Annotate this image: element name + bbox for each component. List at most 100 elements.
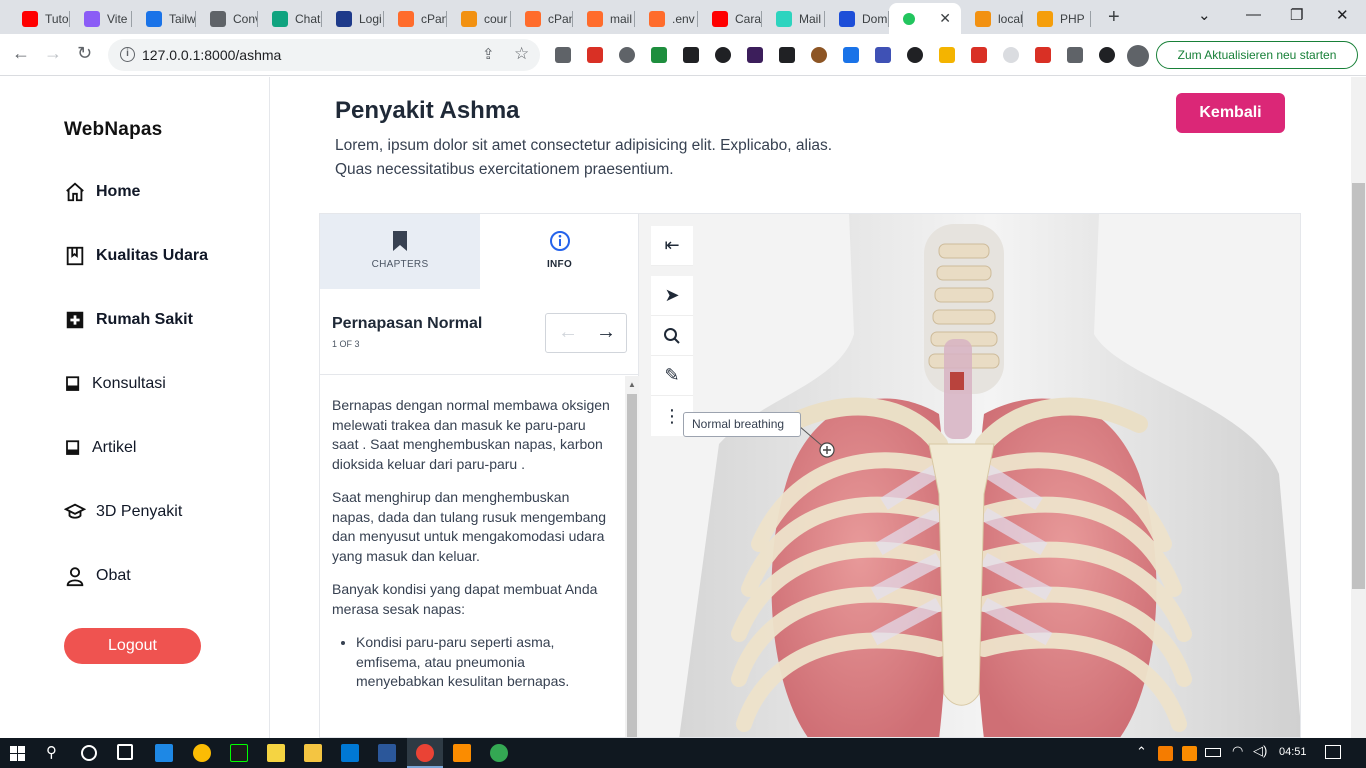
browser-tab[interactable]: ✕ <box>889 3 961 34</box>
volume-icon[interactable]: ◁) <box>1253 743 1267 759</box>
browser-tab[interactable]: Tailw <box>132 3 196 34</box>
phone-icon[interactable] <box>843 47 859 63</box>
ql-icon[interactable] <box>747 47 763 63</box>
page-description: Lorem, ipsum dolor sit amet consectetur … <box>335 137 833 178</box>
settings-icon[interactable] <box>875 47 891 63</box>
script-icon[interactable] <box>555 47 571 63</box>
clock[interactable]: 04:51 <box>1279 746 1307 758</box>
sidebar-item-rumah-sakit[interactable]: Rumah Sakit <box>64 309 193 331</box>
browser-tab[interactable]: mail <box>573 3 635 34</box>
cookie-icon[interactable] <box>811 47 827 63</box>
sidebar-item-artikel[interactable]: Artikel <box>64 437 136 459</box>
battery-icon[interactable] <box>1205 748 1221 757</box>
notion-icon[interactable] <box>779 47 795 63</box>
browser-tab[interactable]: Chat <box>258 3 322 34</box>
notifications-icon[interactable] <box>1325 745 1341 759</box>
browser-tab[interactable]: PHP <box>1023 3 1091 34</box>
prev-chapter-arrow-icon[interactable]: ← <box>558 321 578 344</box>
logo[interactable]: WebNapas <box>64 119 162 141</box>
minimize-button[interactable]: — <box>1246 6 1261 23</box>
windows-start-icon[interactable] <box>10 746 25 761</box>
restart-update-button[interactable]: Zum Aktualisieren neu starten <box>1156 41 1358 69</box>
lastpass-icon[interactable] <box>971 47 987 63</box>
share-icon[interactable]: ⇪ <box>482 45 495 63</box>
browser-tab[interactable]: cour <box>447 3 511 34</box>
chrome-profile-icon[interactable] <box>490 744 508 762</box>
cortana-icon[interactable] <box>81 745 97 761</box>
sidebar-item-kualitas-udara[interactable]: Kualitas Udara <box>64 245 208 267</box>
wifi-icon[interactable]: ◠ <box>1232 743 1243 759</box>
new-tab-button[interactable]: + <box>1108 6 1120 29</box>
back-icon[interactable]: ← <box>12 43 30 64</box>
tab-search-icon[interactable]: ⌄ <box>1198 6 1211 24</box>
sidebar-item-3d-penyakit[interactable]: 3D Penyakit <box>64 501 182 523</box>
puzzle-icon[interactable] <box>1067 47 1083 63</box>
globe-icon[interactable] <box>619 47 635 63</box>
task-view-icon[interactable] <box>117 744 133 760</box>
page-scrollbar[interactable] <box>1351 77 1366 738</box>
bookmark-star-icon[interactable]: ☆ <box>514 44 529 64</box>
tray-expand-icon[interactable]: ⌃ <box>1136 744 1147 760</box>
cat-icon[interactable] <box>907 47 923 63</box>
opera-icon[interactable] <box>1035 47 1051 63</box>
search-icon[interactable]: ⚲ <box>46 743 57 761</box>
scrollbar-thumb[interactable] <box>627 394 637 737</box>
restore-button[interactable]: ❐ <box>1290 6 1303 24</box>
vscode-icon[interactable] <box>341 744 359 762</box>
pointer-icon[interactable]: ➤ <box>651 276 693 316</box>
browser-tab[interactable]: Cara <box>698 3 762 34</box>
3d-scene[interactable]: ⇤ ➤ ✎ ⋮ Normal breathing <box>639 214 1300 737</box>
close-window-button[interactable]: ✕ <box>1336 6 1349 24</box>
browser-tab[interactable]: cPan <box>384 3 447 34</box>
tab-chapters[interactable]: CHAPTERS <box>320 214 480 289</box>
back-button[interactable]: Kembali <box>1176 93 1285 133</box>
windows-taskbar: ⚲ ⌃ ◠ ◁) 04:51 <box>0 738 1366 768</box>
browser-tab[interactable]: Tuto <box>8 3 70 34</box>
camera-icon[interactable] <box>683 47 699 63</box>
browser-tab[interactable]: Conv <box>196 3 258 34</box>
sidebar-icon[interactable] <box>1099 47 1115 63</box>
chrome-active-icon[interactable] <box>416 744 434 762</box>
browser-tab[interactable]: local <box>961 3 1023 34</box>
logout-button[interactable]: Logout <box>64 628 201 664</box>
browser-tab[interactable]: Mail <box>762 3 825 34</box>
site-info-icon[interactable]: i <box>120 47 135 62</box>
browser-tab[interactable]: Logi <box>322 3 384 34</box>
tab-info[interactable]: INFO <box>480 214 639 289</box>
content-scrollbar[interactable]: ▲ <box>625 376 639 737</box>
tray-app-icon[interactable] <box>1158 746 1173 761</box>
address-bar[interactable]: i 127.0.0.1:8000/ashma ⇪ ☆ <box>108 39 540 71</box>
browser-tab[interactable]: .env <box>635 3 698 34</box>
browser-tab[interactable]: cPan <box>511 3 573 34</box>
list-item: Kondisi paru-paru seperti asma, emfisema… <box>356 633 613 692</box>
browser-tab[interactable]: Vite <box>70 3 132 34</box>
mail-app-icon[interactable] <box>155 744 173 762</box>
extension-badge-icon[interactable] <box>651 47 667 63</box>
file-explorer-icon[interactable] <box>304 744 322 762</box>
collapse-panel-icon[interactable]: ⇤ <box>651 226 693 266</box>
search-icon[interactable] <box>651 316 693 356</box>
blank-icon[interactable] <box>1003 47 1019 63</box>
annotation-label[interactable]: Normal breathing <box>683 412 801 437</box>
close-tab-icon[interactable]: ✕ <box>939 10 951 27</box>
next-chapter-arrow-icon[interactable]: → <box>596 321 616 344</box>
rss-icon[interactable] <box>587 47 603 63</box>
browser-tab[interactable]: Dom <box>825 3 889 34</box>
url-text[interactable]: 127.0.0.1:8000/ashma <box>142 47 281 63</box>
datagrip-icon[interactable] <box>230 744 248 762</box>
coin-icon[interactable] <box>939 47 955 63</box>
forward-icon[interactable]: → <box>44 43 62 64</box>
chrome-icon[interactable] <box>193 744 211 762</box>
xampp-icon[interactable] <box>453 744 471 762</box>
reload-icon[interactable]: ↻ <box>77 43 92 64</box>
sidebar-item-obat[interactable]: Obat <box>64 565 131 587</box>
stylus-icon[interactable] <box>715 47 731 63</box>
page-scrollbar-thumb[interactable] <box>1352 183 1365 589</box>
pencil-icon[interactable]: ✎ <box>651 356 693 396</box>
tray-xampp-icon[interactable] <box>1182 746 1197 761</box>
profile-avatar[interactable] <box>1127 45 1149 67</box>
notes-icon[interactable] <box>267 744 285 762</box>
word-icon[interactable] <box>378 744 396 762</box>
sidebar-item-konsultasi[interactable]: Konsultasi <box>64 373 166 395</box>
sidebar-item-home[interactable]: Home <box>64 181 140 203</box>
